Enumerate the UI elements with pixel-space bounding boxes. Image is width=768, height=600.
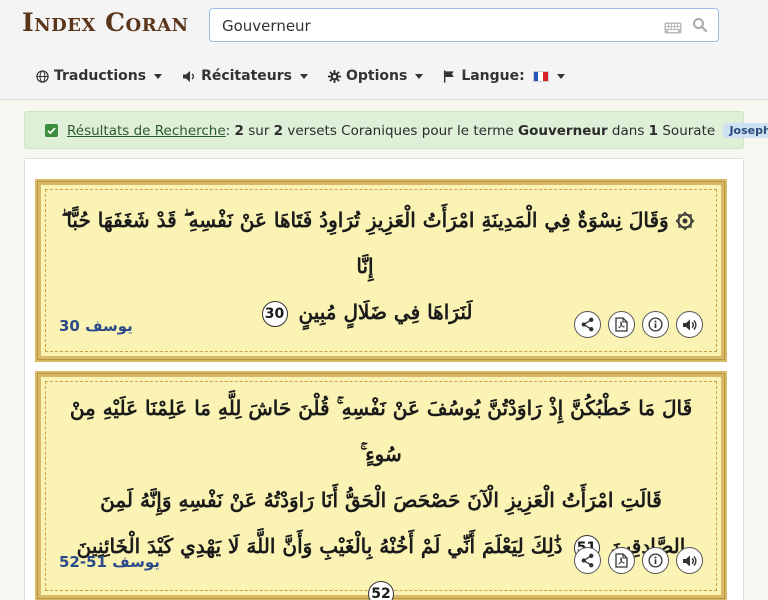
results-link[interactable]: Résultats de Recherche — [67, 123, 226, 139]
verse-line: قَالَ مَا خَطْبُكُنَّ إِذْ رَاوَدْتُنَّ … — [69, 396, 693, 466]
alert-middle: versets Coraniques pour le terme — [287, 123, 514, 139]
rub-el-hizb-icon — [675, 211, 695, 235]
verse-line: وَقَالَ نِسْوَةٌ فِي الْمَدِينَةِ امْرَأ… — [61, 208, 669, 278]
nav-reciters-label: Récitateurs — [201, 68, 292, 84]
share-button[interactable] — [574, 311, 601, 338]
speaker-icon — [683, 319, 697, 330]
result-count: 2 — [234, 123, 244, 139]
verse-card: وَقَالَ نِسْوَةٌ فِي الْمَدِينَةِ امْرَأ… — [35, 179, 727, 362]
verse-reference[interactable]: يوسف 30 — [59, 317, 133, 335]
chevron-down-icon — [299, 73, 308, 79]
search-box[interactable]: Gouverneur — [209, 8, 719, 42]
search-input[interactable]: Gouverneur — [222, 17, 311, 35]
alert-of: sur — [248, 123, 270, 139]
nav-language[interactable]: Langue: — [443, 66, 565, 86]
nav-language-label: Langue: — [461, 68, 525, 84]
verse-line-text: لَنَرَاهَا فِي ضَلَالٍ مُبِينٍ — [298, 300, 473, 324]
main-nav: Traductions Récitateurs Options Langue: — [36, 66, 585, 86]
verse-reference[interactable]: يوسف 51-52 — [59, 553, 160, 571]
share-icon — [581, 317, 594, 332]
verse-line: قَالَتِ امْرَأَتُ الْعَزِيزِ الْآنَ حَصْ… — [100, 488, 662, 512]
result-total: 2 — [273, 123, 284, 139]
pdf-icon — [615, 317, 628, 332]
info-button[interactable] — [642, 311, 669, 338]
sourate-count: 1 — [648, 123, 659, 139]
checkbox-icon — [45, 124, 58, 137]
chevron-down-icon — [415, 73, 424, 79]
nav-translations-label: Traductions — [54, 68, 147, 84]
share-icon — [581, 553, 594, 568]
info-icon — [648, 553, 663, 568]
sourate-badge[interactable]: Joseph — [723, 123, 768, 138]
nav-options[interactable]: Options — [327, 66, 424, 86]
verse-card: قَالَ مَا خَطْبُكُنَّ إِذْ رَاوَدْتُنَّ … — [35, 371, 727, 600]
site-logo[interactable]: Index Coran — [22, 8, 189, 37]
nav-options-label: Options — [345, 68, 408, 84]
french-flag-icon — [532, 70, 549, 82]
pdf-button[interactable] — [608, 311, 635, 338]
gear-icon — [327, 69, 341, 83]
search-term: Gouverneur — [518, 123, 608, 139]
speaker-icon — [182, 70, 196, 83]
alert-sep: : — [225, 123, 231, 139]
nav-translations[interactable]: Traductions — [36, 66, 163, 86]
globe-icon — [36, 69, 49, 83]
audio-button[interactable] — [676, 547, 703, 574]
results-panel: وَقَالَ نِسْوَةٌ فِي الْمَدِينَةِ امْرَأ… — [24, 158, 744, 600]
search-icon[interactable] — [692, 17, 708, 37]
flag-icon — [443, 69, 456, 83]
alert-text: Résultats de Recherche: 2 sur 2 versets … — [67, 123, 768, 139]
search-results-alert: Résultats de Recherche: 2 sur 2 versets … — [24, 111, 768, 149]
chevron-down-icon — [556, 73, 565, 79]
nav-reciters[interactable]: Récitateurs — [182, 66, 308, 86]
header: Index Coran Gouverneur Traductions Récit… — [0, 0, 768, 100]
info-icon — [648, 317, 663, 332]
share-button[interactable] — [574, 547, 601, 574]
keyboard-icon[interactable] — [664, 19, 682, 38]
info-button[interactable] — [642, 547, 669, 574]
verse-number: 30 — [261, 300, 288, 327]
pdf-button[interactable] — [608, 547, 635, 574]
audio-button[interactable] — [676, 311, 703, 338]
verse-number: 52 — [368, 580, 394, 600]
chevron-down-icon — [154, 73, 163, 79]
verse-tools — [574, 547, 703, 574]
pdf-icon — [615, 553, 628, 568]
speaker-icon — [683, 555, 697, 566]
alert-in: dans — [611, 123, 645, 139]
sourate-label: Sourate — [662, 123, 716, 139]
verse-tools — [574, 311, 703, 338]
